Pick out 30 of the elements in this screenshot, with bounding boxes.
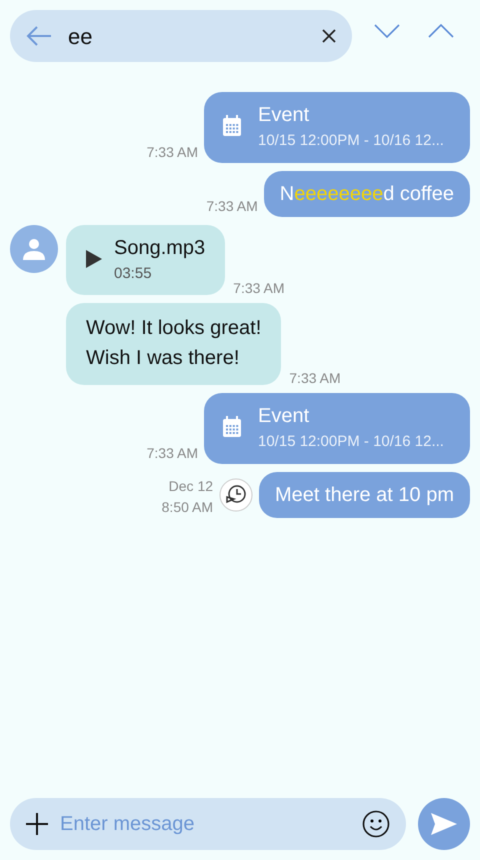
file-name: Song.mp3 bbox=[114, 236, 206, 260]
send-button[interactable] bbox=[418, 798, 470, 850]
timestamp: 7:33 AM bbox=[146, 444, 198, 462]
chevron-down-icon[interactable] bbox=[374, 24, 400, 38]
plus-icon[interactable] bbox=[26, 813, 48, 835]
search-bar[interactable]: ee bbox=[10, 10, 352, 62]
timestamp: 7:33 AM bbox=[146, 142, 198, 162]
timestamp: 7:33 AM bbox=[233, 279, 285, 298]
close-icon[interactable] bbox=[322, 29, 336, 43]
scheduled-clock-icon bbox=[219, 478, 254, 512]
message-bubble: Meet there at 10 pm bbox=[259, 472, 470, 518]
timestamp: Dec 12 8:50 AM bbox=[162, 476, 214, 516]
play-icon[interactable] bbox=[86, 250, 102, 268]
calendar-icon bbox=[222, 115, 242, 138]
search-field[interactable]: ee bbox=[66, 18, 322, 54]
event-time-range: 10/15 12:00PM - 10/16 12... bbox=[258, 432, 444, 452]
timestamp: 7:33 AM bbox=[206, 196, 258, 216]
event-title: Event bbox=[258, 404, 310, 429]
message-field[interactable]: Enter message bbox=[58, 808, 352, 840]
emoji-icon[interactable] bbox=[362, 810, 390, 838]
calendar-icon bbox=[222, 416, 242, 438]
composer-bar[interactable]: Enter message bbox=[10, 798, 406, 850]
send-icon bbox=[430, 812, 458, 836]
chevron-up-icon[interactable] bbox=[428, 24, 454, 38]
event-time-range: 10/15 12:00PM - 10/16 12... bbox=[258, 131, 444, 151]
timestamp: 7:33 AM bbox=[289, 369, 341, 388]
message-bubble: Wow! It looks great! Wish I was there! bbox=[66, 303, 282, 385]
event-title: Event bbox=[258, 103, 310, 128]
audio-duration: 03:55 bbox=[114, 264, 153, 284]
message-bubble: Neeeeeeeed coffee bbox=[264, 170, 470, 216]
